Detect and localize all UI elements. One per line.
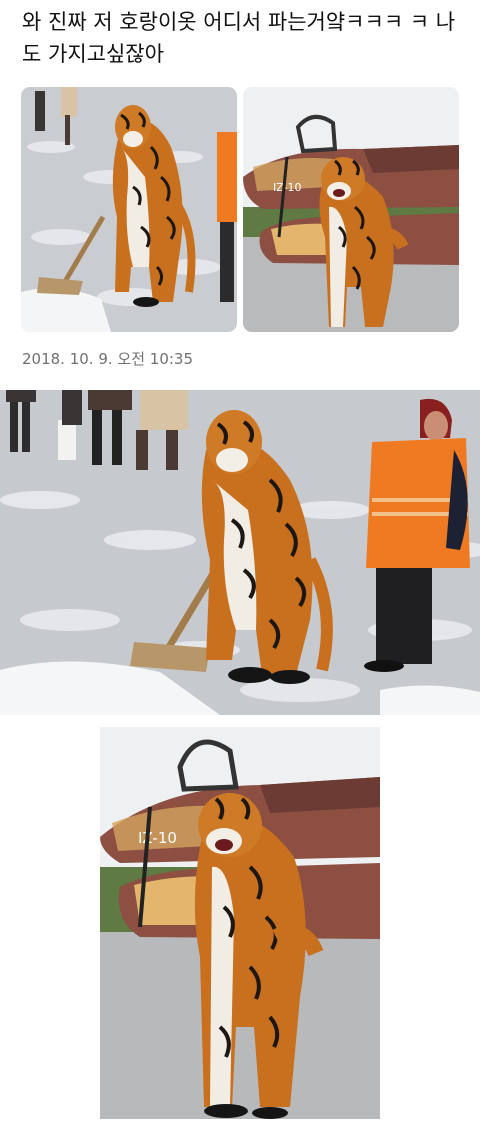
tiger-costume-shoveling-snow-photo [21, 87, 237, 332]
tiger-shoveling-photo-large[interactable] [0, 390, 480, 715]
tiger-jet-photo-small[interactable]: IZ-10 [243, 87, 459, 332]
tweet-text: 와 진짜 저 호랑이옷 어디서 파는거얔ㅋㅋㅋ ㅋ 나도 가지고싶잖아 [22, 10, 456, 66]
tiger-costume-by-jet-large-photo: IZ-10 [100, 727, 380, 1119]
aircraft-code: IZ-10 [273, 181, 302, 194]
tiger-shoveling-photo-small[interactable] [21, 87, 237, 332]
tiger-costume-shoveling-snow-large-photo [0, 390, 480, 715]
aircraft-code-large: IZ-10 [138, 829, 177, 847]
tiger-costume-by-jet-photo: IZ-10 [243, 87, 459, 332]
tweet-timestamp[interactable]: 2018. 10. 9. 오전 10:35 [22, 348, 193, 369]
tiger-jet-photo-large[interactable]: IZ-10 [100, 727, 380, 1119]
